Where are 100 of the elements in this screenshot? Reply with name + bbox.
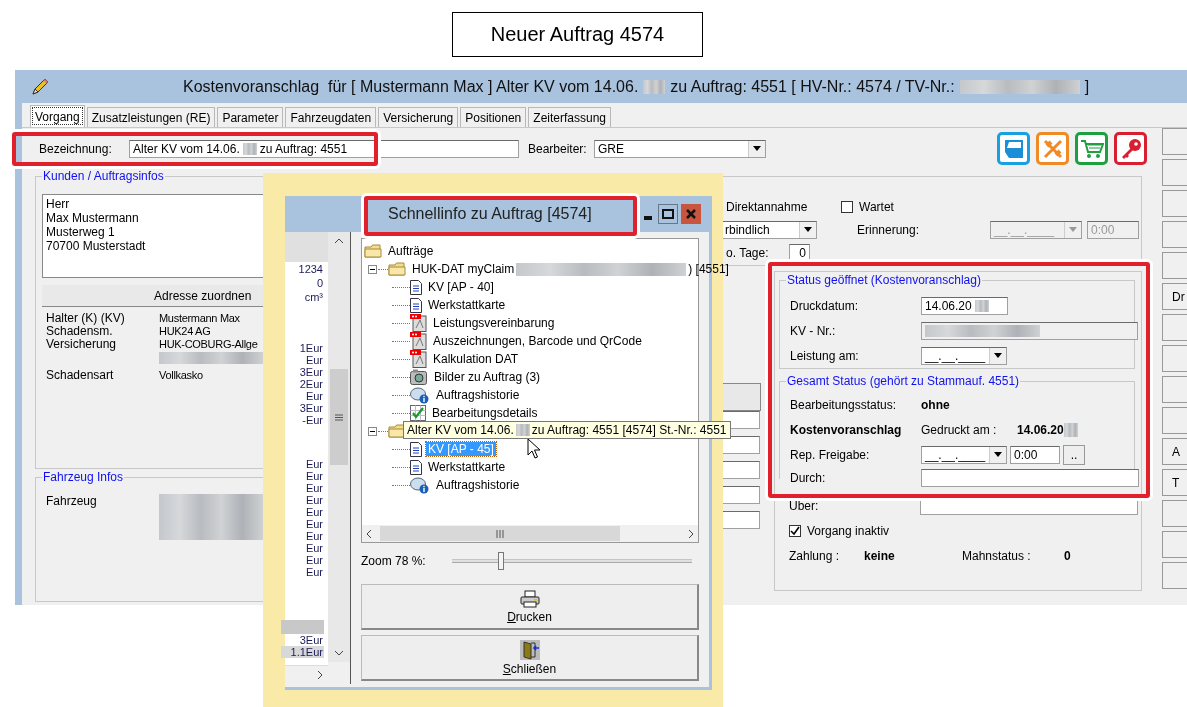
address-line: Max Mustermann bbox=[46, 211, 140, 225]
date-field[interactable]: 14.06.20 bbox=[921, 296, 1008, 315]
tree-item[interactable]: Auftragshistorie bbox=[434, 388, 522, 402]
key-button[interactable] bbox=[1114, 132, 1147, 165]
field-label: Leistung am: bbox=[790, 348, 860, 363]
date-dropdown[interactable]: __.__.____ bbox=[921, 346, 1007, 365]
list-value: Eur bbox=[304, 354, 324, 366]
blurred-block bbox=[974, 299, 989, 312]
field-label: Durch: bbox=[790, 471, 827, 485]
group-title: Gesamt Status (gehört zu Stammauf. 4551) bbox=[786, 374, 1021, 388]
tab[interactable]: Zusatzleistungen (RE) bbox=[86, 107, 216, 127]
car-door-icon bbox=[1002, 137, 1025, 160]
pdf-document-icon bbox=[410, 332, 427, 350]
text-field[interactable] bbox=[921, 469, 1139, 487]
side-button[interactable] bbox=[1162, 159, 1187, 186]
text-field[interactable]: Alter KV vom 14.06. zu Auftrag: 4551 bbox=[129, 139, 519, 158]
collapse-icon[interactable] bbox=[368, 264, 377, 274]
list-value: Eur bbox=[304, 518, 324, 530]
horizontal-scrollbar[interactable] bbox=[285, 665, 328, 684]
list-value: -Eur bbox=[301, 414, 324, 426]
side-button[interactable] bbox=[1162, 252, 1187, 279]
tree-item[interactable]: Aufträge bbox=[386, 244, 436, 258]
tree-item[interactable]: Bilder zu Auftrag (3) bbox=[432, 370, 543, 384]
collapse-icon[interactable] bbox=[368, 426, 377, 436]
tree-item[interactable]: Bearbeitungsdetails bbox=[430, 406, 540, 420]
close-icon[interactable] bbox=[681, 204, 701, 224]
scroll-thumb[interactable] bbox=[380, 526, 620, 541]
field-label: Über: bbox=[789, 498, 820, 513]
info-label: Fahrzeug bbox=[46, 494, 98, 508]
text-field[interactable] bbox=[921, 321, 1138, 340]
close-button[interactable]: Schließen bbox=[361, 635, 699, 681]
side-button[interactable] bbox=[1162, 562, 1187, 589]
list-value: 2Eur bbox=[298, 378, 324, 390]
tab[interactable]: Versicherung bbox=[378, 107, 459, 127]
side-button[interactable]: T bbox=[1162, 469, 1187, 496]
side-button[interactable] bbox=[1162, 128, 1187, 155]
checkbox[interactable] bbox=[841, 200, 853, 213]
vertical-scrollbar[interactable] bbox=[328, 232, 350, 662]
photos-icon bbox=[410, 369, 428, 385]
field-label: Rep. Freigabe: bbox=[790, 447, 871, 462]
side-button[interactable] bbox=[1162, 314, 1187, 341]
time-field[interactable]: 0:00 bbox=[1010, 445, 1060, 464]
tree-item[interactable]: Auszeichnungen, Barcode und QrCode bbox=[431, 334, 644, 348]
side-button[interactable] bbox=[1162, 190, 1187, 217]
printer-icon bbox=[519, 589, 540, 608]
tree-item[interactable]: Kalkulation DAT bbox=[431, 352, 521, 366]
status-value: ohne bbox=[921, 397, 950, 412]
tree-item[interactable]: Leistungsvereinbarung bbox=[431, 316, 557, 330]
tree-item[interactable]: Werkstattkarte bbox=[426, 298, 508, 312]
group-title: Fahrzeug Infos bbox=[42, 470, 125, 484]
side-button[interactable] bbox=[1162, 407, 1187, 434]
tooltip-text: zu Auftrag: 4551 [4574] St.-Nr.: 4551 bbox=[531, 423, 727, 437]
date-dropdown[interactable]: __.__.____ bbox=[921, 445, 1007, 464]
dropdown[interactable]: rbindlich bbox=[721, 220, 817, 239]
scroll-thumb[interactable] bbox=[330, 369, 348, 465]
info-value: Vollkasko bbox=[159, 369, 203, 382]
info-value: HUK24 AG bbox=[159, 325, 211, 338]
tab[interactable]: Parameter bbox=[217, 107, 284, 127]
list-value: Eur bbox=[304, 494, 324, 506]
tree-item-suffix: ) [4551] bbox=[687, 262, 730, 276]
tree-item[interactable]: HUK-DAT myClaim bbox=[410, 262, 517, 276]
more-button[interactable]: .. bbox=[1063, 444, 1085, 465]
side-button[interactable] bbox=[1162, 500, 1187, 527]
address-field[interactable]: Herr Max Mustermann Musterweg 1 70700 Musterstadt bbox=[42, 194, 263, 278]
maximize-icon[interactable] bbox=[658, 204, 678, 224]
tree-item[interactable]: KV [AP - 40] bbox=[426, 280, 496, 294]
side-button[interactable]: Dr bbox=[1162, 283, 1187, 310]
tab[interactable]: Zeiterfassung bbox=[528, 107, 611, 127]
field-label: Erinnerung: bbox=[857, 222, 921, 237]
cart-button[interactable] bbox=[1075, 132, 1108, 165]
document-icon bbox=[410, 441, 422, 457]
side-button[interactable] bbox=[1162, 345, 1187, 372]
window-title: ] bbox=[1084, 77, 1090, 96]
list-value: 1Eur bbox=[298, 342, 324, 354]
side-button[interactable]: A bbox=[1162, 438, 1187, 465]
side-button[interactable] bbox=[1162, 221, 1187, 248]
tree-item[interactable]: Werkstattkarte bbox=[426, 460, 508, 474]
document-icon bbox=[410, 297, 422, 313]
dropdown[interactable]: GRE bbox=[594, 139, 766, 158]
info-bubble-icon bbox=[410, 476, 430, 494]
tab[interactable]: Positionen bbox=[460, 107, 527, 127]
door-button[interactable] bbox=[997, 132, 1030, 165]
tab[interactable]: Fahrzeugdaten bbox=[285, 107, 377, 127]
list-value: Eur bbox=[304, 542, 324, 554]
side-button[interactable] bbox=[1162, 531, 1187, 558]
blurred-block bbox=[1063, 422, 1078, 437]
tab[interactable]: Vorgang bbox=[30, 105, 85, 127]
folder-icon bbox=[364, 244, 382, 258]
assign-address-button[interactable]: Adresse zuordnen bbox=[42, 285, 264, 307]
grip-icon bbox=[335, 413, 343, 421]
document-icon bbox=[410, 459, 422, 475]
tools-button[interactable] bbox=[1036, 132, 1069, 165]
tree-item[interactable]: Auftragshistorie bbox=[434, 478, 522, 492]
shopping-cart-icon bbox=[1079, 137, 1104, 160]
slider-thumb[interactable] bbox=[497, 552, 504, 570]
print-button[interactable]: Drucken bbox=[361, 584, 699, 630]
window-title: zu Auftrag: 4551 [ HV-Nr.: 4574 / TV-Nr.: bbox=[670, 77, 955, 96]
checkbox[interactable] bbox=[789, 524, 801, 537]
side-button[interactable] bbox=[1162, 376, 1187, 403]
horizontal-scrollbar[interactable] bbox=[362, 525, 698, 542]
